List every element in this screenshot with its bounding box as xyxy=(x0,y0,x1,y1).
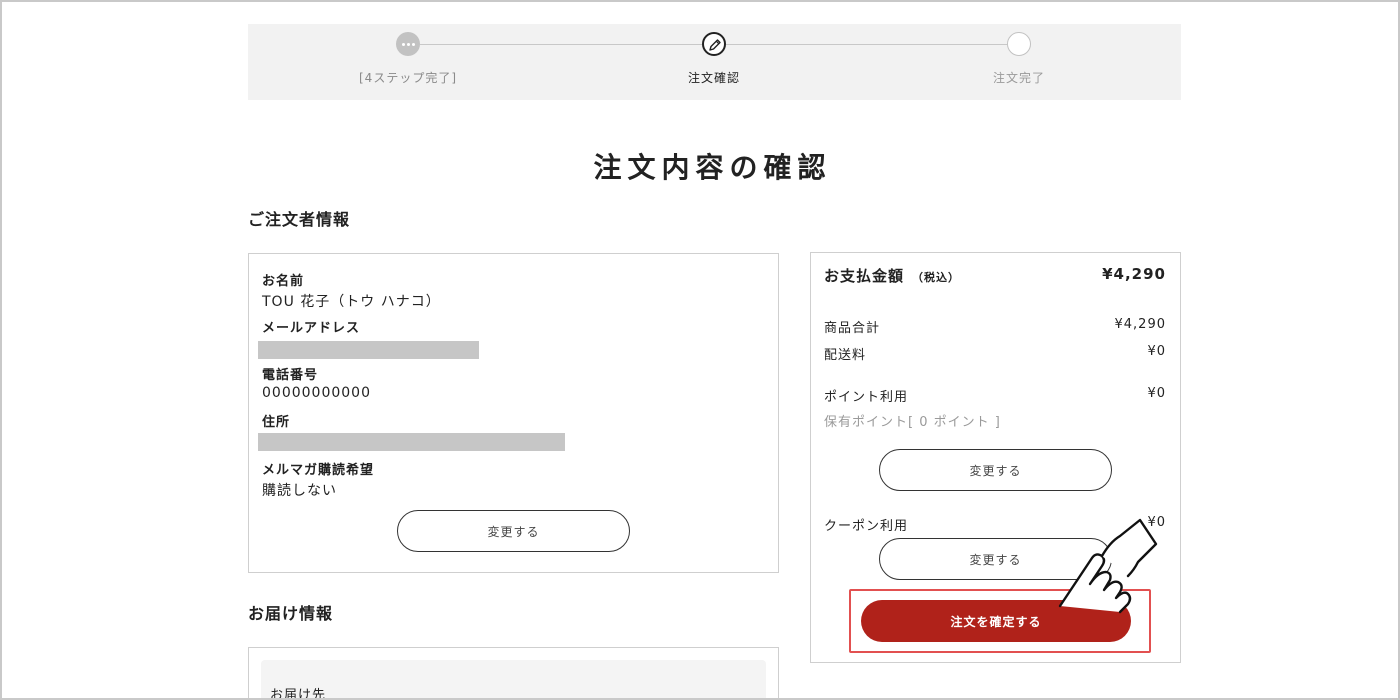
shipping-value: ¥0 xyxy=(1147,344,1166,359)
page-title: 注文内容の確認 xyxy=(593,151,832,184)
coupon-label: クーポン利用 xyxy=(824,519,909,534)
phone-value: 00000000000 xyxy=(262,385,371,401)
delivery-destination-label: お届け先 xyxy=(270,688,327,700)
stepper-connector xyxy=(726,44,1007,45)
points-value: ¥0 xyxy=(1147,386,1166,401)
step-done-ellipsis-icon xyxy=(396,32,420,56)
orderer-section-title: ご注文者情報 xyxy=(248,210,351,229)
email-label: メールアドレス xyxy=(262,321,361,336)
name-label: お名前 xyxy=(262,274,305,289)
address-label: 住所 xyxy=(262,415,291,430)
step-label-confirm: 注文確認 xyxy=(687,71,741,85)
phone-label: 電話番号 xyxy=(262,368,319,383)
points-label: ポイント利用 xyxy=(824,390,909,405)
newsletter-label: メルマガ購読希望 xyxy=(262,463,375,478)
newsletter-value: 購読しない xyxy=(262,483,337,499)
subtotal-label: 商品合計 xyxy=(824,321,881,336)
orderer-change-button[interactable]: 変更する xyxy=(397,510,630,552)
payment-heading: お支払金額 （税込） xyxy=(824,265,960,286)
step-label-complete: 注文完了 xyxy=(992,71,1046,85)
address-redacted xyxy=(258,433,565,451)
shipping-label: 配送料 xyxy=(824,348,867,363)
step-current-pencil-icon xyxy=(702,32,726,56)
payment-heading-text: お支払金額 xyxy=(824,267,905,285)
name-value: TOU 花子（トウ ハナコ） xyxy=(262,294,441,310)
stepper-connector xyxy=(420,44,702,45)
subtotal-value: ¥4,290 xyxy=(1114,317,1166,332)
step-todo-circle-icon xyxy=(1007,32,1031,56)
tax-note: （税込） xyxy=(912,271,961,284)
orderer-info-card: お名前 TOU 花子（トウ ハナコ） メールアドレス 電話番号 00000000… xyxy=(248,253,779,573)
points-change-button[interactable]: 変更する xyxy=(879,449,1112,491)
delivery-destination-panel: お届け先 xyxy=(261,660,766,700)
email-redacted xyxy=(258,341,479,359)
delivery-section-title: お届け情報 xyxy=(248,604,334,623)
payment-total: ¥4,290 xyxy=(1102,265,1166,283)
order-progress-stepper: [4ステップ完了] 注文確認 注文完了 xyxy=(248,24,1181,100)
pointing-hand-icon xyxy=(1058,518,1158,614)
points-held: 保有ポイント[ 0 ポイント ] xyxy=(824,415,1001,430)
step-label-completed: [4ステップ完了] xyxy=(359,71,457,85)
delivery-info-card: お届け先 xyxy=(248,647,779,700)
